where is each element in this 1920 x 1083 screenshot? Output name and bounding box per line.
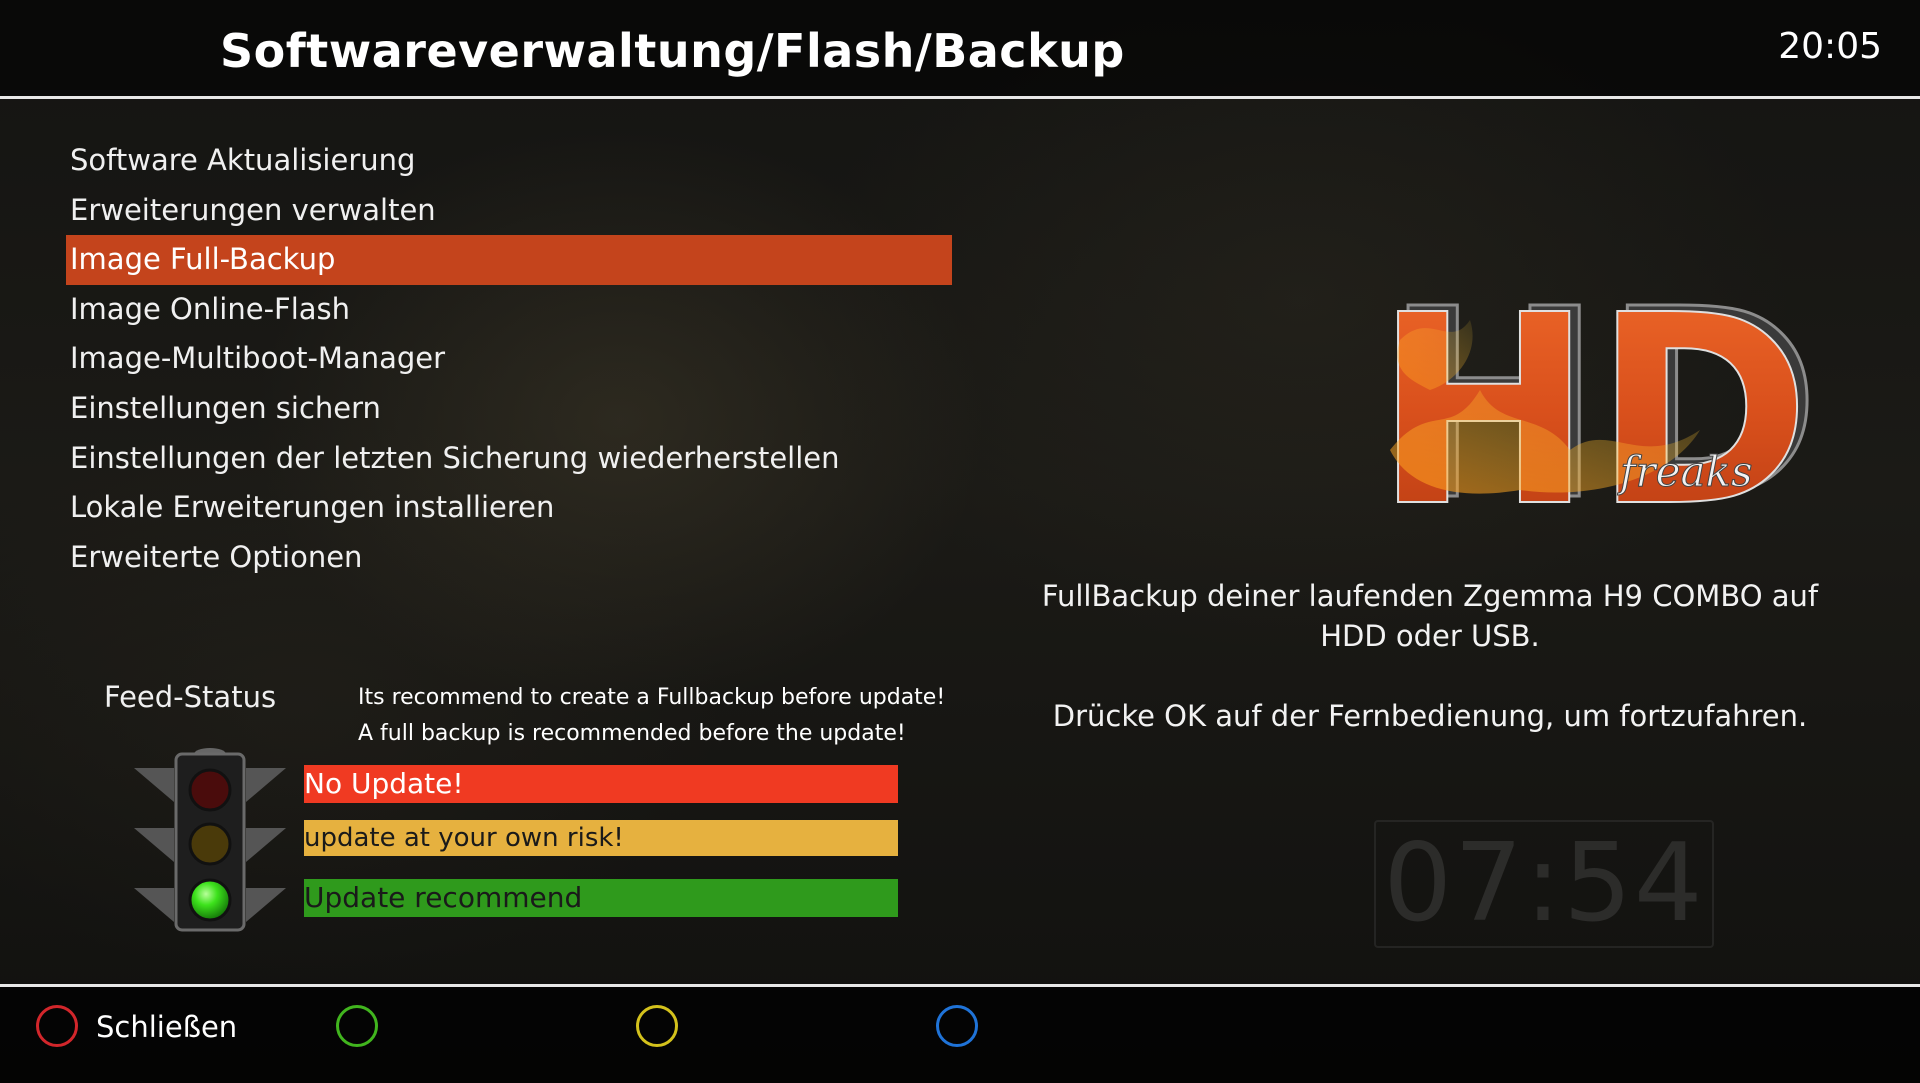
green-light <box>188 878 232 922</box>
recommendation-line-1: Its recommend to create a Fullbackup bef… <box>358 685 946 710</box>
traffic-light-icon <box>134 748 286 932</box>
header-bar: Softwareverwaltung/Flash/Backup 20:05 <box>0 0 1920 99</box>
backup-recommendation: Its recommend to create a Fullbackup bef… <box>358 680 946 752</box>
yellow-key-icon[interactable] <box>636 1005 678 1047</box>
hd-freaks-logo: HD HD freaks <box>1373 280 1822 520</box>
red-light <box>188 768 232 812</box>
menu-item-software-update[interactable]: Software Aktualisierung <box>66 136 952 186</box>
page-title: Softwareverwaltung/Flash/Backup <box>220 24 1125 78</box>
status-update-recommended: Update recommend <box>304 879 898 917</box>
logo-subtext: freaks <box>1617 447 1753 496</box>
description-line-3: Drücke OK auf der Fernbedienung, um fort… <box>1052 699 1808 733</box>
status-update-risk: update at your own risk! <box>304 820 898 856</box>
description-line-1: FullBackup deiner laufenden Zgemma H9 CO… <box>1041 579 1819 613</box>
feed-status-label: Feed-Status <box>104 680 277 714</box>
item-description: FullBackup deiner laufenden Zgemma H9 CO… <box>1030 576 1830 736</box>
blue-key-icon[interactable] <box>936 1005 978 1047</box>
recommendation-line-2: A full backup is recommended before the … <box>358 721 906 746</box>
menu-item-image-full-backup[interactable]: Image Full-Backup <box>66 235 952 285</box>
menu-item-backup-settings[interactable]: Einstellungen sichern <box>66 384 952 434</box>
background-clock: 07:54 <box>1374 820 1714 948</box>
menu-item-install-local-extensions[interactable]: Lokale Erweiterungen installieren <box>66 483 952 533</box>
main-menu: Software Aktualisierung Erweiterungen ve… <box>66 136 952 582</box>
clock: 20:05 <box>1778 26 1882 67</box>
menu-item-advanced-options[interactable]: Erweiterte Optionen <box>66 533 952 583</box>
description-line-2: HDD oder USB. <box>1320 619 1540 653</box>
menu-item-restore-settings[interactable]: Einstellungen der letzten Sicherung wied… <box>66 434 952 484</box>
red-key-label[interactable]: Schließen <box>96 1010 237 1044</box>
green-key-icon[interactable] <box>336 1005 378 1047</box>
red-key-icon[interactable] <box>36 1005 78 1047</box>
menu-item-manage-extensions[interactable]: Erweiterungen verwalten <box>66 186 952 236</box>
yellow-light <box>188 822 232 866</box>
menu-item-multiboot-manager[interactable]: Image-Multiboot-Manager <box>66 334 952 384</box>
status-no-update: No Update! <box>304 765 898 803</box>
menu-item-image-online-flash[interactable]: Image Online-Flash <box>66 285 952 335</box>
